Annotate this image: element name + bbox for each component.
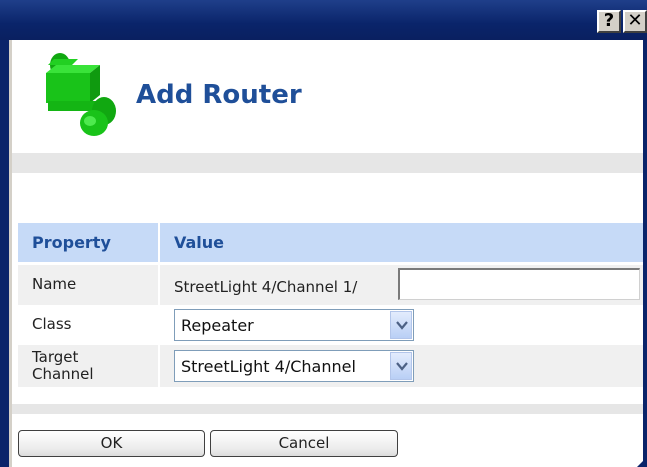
class-dropdown-arrow[interactable] (390, 311, 412, 339)
table-row-target-channel: Target Channel StreetLight 4/Channel (18, 345, 643, 387)
column-header-property: Property (32, 233, 111, 252)
ok-button[interactable]: OK (18, 430, 205, 457)
chevron-down-icon (396, 321, 408, 330)
name-prefix-text: StreetLight 4/Channel 1/ (174, 278, 358, 296)
help-button[interactable]: ? (597, 10, 621, 33)
name-label: Name (32, 275, 77, 293)
class-label: Class (32, 315, 72, 333)
page-title: Add Router (136, 80, 302, 110)
cancel-button[interactable]: Cancel (210, 430, 398, 457)
column-header-value: Value (174, 233, 225, 252)
table-header-row: Property Value (18, 223, 643, 262)
class-selected-value: Repeater (181, 316, 254, 335)
title-bar: ? ✕ (0, 0, 647, 40)
table-row-name: Name StreetLight 4/Channel 1/ (18, 265, 643, 305)
name-input[interactable] (398, 268, 640, 300)
close-button[interactable]: ✕ (623, 10, 647, 33)
resize-grip[interactable] (637, 461, 643, 467)
footer-separator (12, 404, 643, 414)
close-icon: ✕ (627, 10, 643, 31)
router-icon (46, 53, 116, 136)
class-select[interactable]: Repeater (174, 309, 414, 341)
separator-bar (12, 153, 643, 173)
window-left-border (0, 40, 12, 467)
target-channel-dropdown-arrow[interactable] (390, 352, 412, 380)
chevron-down-icon (396, 362, 408, 371)
target-channel-select[interactable]: StreetLight 4/Channel (174, 350, 414, 382)
window-right-border (643, 40, 647, 467)
target-channel-label: Target Channel (32, 348, 94, 383)
help-icon: ? (603, 10, 615, 31)
dialog-content: Add Router Property Value Name StreetLig… (12, 40, 643, 467)
table-row-class: Class Repeater (18, 307, 643, 343)
target-channel-selected-value: StreetLight 4/Channel (181, 357, 356, 376)
